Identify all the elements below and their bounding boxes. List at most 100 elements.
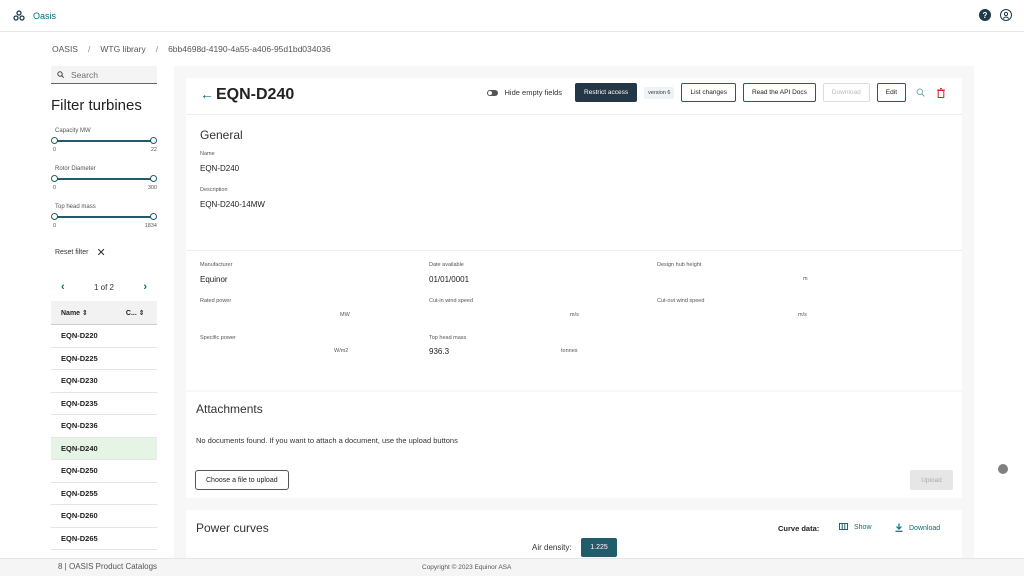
- general-card: ← EQN-D240 Hide empty fields Restrict ac…: [186, 78, 962, 390]
- reset-filter-button[interactable]: Reset filter ✕: [51, 246, 157, 259]
- download-button: Download: [822, 83, 870, 102]
- slider-max-handle[interactable]: [150, 137, 157, 144]
- rated-power-label: Rated power: [200, 298, 232, 304]
- breadcrumb-current: 6bb4698d-4190-4a55-a406-95d1bd034036: [168, 44, 331, 54]
- specific-power-unit: W/m2: [334, 348, 349, 354]
- slider-max-handle[interactable]: [150, 213, 157, 220]
- attachments-title: Attachments: [196, 402, 263, 416]
- slider-min-handle[interactable]: [51, 137, 58, 144]
- name-value: EQN-D240: [200, 164, 240, 173]
- download-label: Download: [909, 525, 941, 532]
- slider-min-value: 0: [53, 185, 57, 191]
- specific-power-label: Specific power: [200, 335, 236, 341]
- list-item[interactable]: EQN-D236: [51, 415, 157, 438]
- search-input[interactable]: Search: [51, 66, 157, 84]
- hide-empty-toggle[interactable]: [486, 89, 498, 96]
- breadcrumb-oasis[interactable]: OASIS: [52, 44, 78, 54]
- column-header-name[interactable]: Name ⇕: [61, 309, 88, 317]
- date-available-value: 01/01/0001: [429, 275, 470, 284]
- power-curves-title: Power curves: [196, 521, 269, 535]
- app-title[interactable]: Oasis: [33, 11, 56, 21]
- filter-title: Filter turbines: [51, 97, 142, 114]
- air-density-label: Air density:: [532, 543, 572, 552]
- slider-max-value: 1834: [144, 223, 157, 229]
- list-item[interactable]: EQN-D235: [51, 393, 157, 415]
- breadcrumb-separator: /: [155, 44, 159, 54]
- divider: [186, 250, 962, 251]
- choose-file-button[interactable]: Choose a file to upload: [195, 470, 289, 490]
- column-header-capacity[interactable]: C... ⇕: [126, 309, 145, 317]
- previous-page-icon[interactable]: ‹: [61, 281, 65, 293]
- slider-track[interactable]: [54, 140, 154, 142]
- top-head-mass-slider[interactable]: Top head mass 0 1834: [51, 204, 157, 229]
- search-placeholder: Search: [71, 69, 98, 80]
- design-hub-height-label: Design hub height: [657, 262, 702, 268]
- footer-catalog-label: 8 | OASIS Product Catalogs: [58, 562, 158, 571]
- rated-power-unit: MW: [340, 312, 350, 318]
- oasis-logo-icon[interactable]: [13, 9, 25, 22]
- description-label: Description: [200, 187, 228, 193]
- slider-label: Capacity MW: [55, 128, 91, 134]
- slider-label: Rotor Diameter: [55, 166, 96, 172]
- list-item[interactable]: EQN-D225: [51, 348, 157, 370]
- manufacturer-value: Equinor: [200, 275, 228, 284]
- air-density-input[interactable]: 1.225: [581, 538, 617, 557]
- curve-data-label: Curve data:: [778, 524, 820, 533]
- list-item[interactable]: EQN-D230: [51, 370, 157, 393]
- list-item[interactable]: EQN-D260: [51, 505, 157, 528]
- upload-button: Upload: [910, 470, 953, 490]
- description-value: EQN-D240-14MW: [200, 200, 265, 209]
- slider-min-handle[interactable]: [51, 175, 58, 182]
- cut-in-unit: m/s: [570, 312, 579, 318]
- download-curve-button[interactable]: Download: [895, 523, 940, 534]
- top-head-mass-label: Top head mass: [429, 335, 467, 341]
- list-item[interactable]: EQN-D250: [51, 460, 157, 483]
- zoom-icon[interactable]: [913, 86, 927, 100]
- list-item[interactable]: EQN-D220: [51, 325, 157, 348]
- breadcrumb-wtg-library[interactable]: WTG library: [100, 44, 145, 54]
- capacity-slider[interactable]: Capacity MW 0 22: [51, 128, 157, 153]
- scroll-handle[interactable]: [998, 464, 1008, 474]
- detail-header: ← EQN-D240 Hide empty fields Restrict ac…: [186, 78, 962, 114]
- reset-filter-label: Reset filter: [55, 249, 89, 256]
- api-docs-button[interactable]: Read the API Docs: [742, 83, 816, 102]
- slider-min-handle[interactable]: [51, 213, 58, 220]
- list-item[interactable]: EQN-D240: [51, 437, 157, 460]
- pager: ‹ 1 of 2 ›: [51, 281, 157, 293]
- cut-out-unit: m/s: [798, 312, 807, 318]
- date-available-label: Date available: [429, 262, 464, 268]
- help-icon[interactable]: ?: [979, 9, 991, 21]
- slider-max-value: 22: [150, 147, 157, 153]
- slider-track[interactable]: [54, 178, 154, 180]
- rotor-diameter-slider[interactable]: Rotor Diameter 0 300: [51, 166, 157, 191]
- show-curve-button[interactable]: Show: [839, 523, 872, 532]
- name-label: Name: [200, 151, 215, 157]
- turbine-list: EQN-D220 EQN-D225 EQN-D230 EQN-D235 EQN-D236…: [51, 325, 157, 550]
- search-icon: [57, 71, 64, 78]
- edit-button[interactable]: Edit: [876, 83, 906, 102]
- slider-track[interactable]: [54, 216, 154, 218]
- slider-max-handle[interactable]: [150, 175, 157, 182]
- close-icon: ✕: [96, 247, 106, 259]
- breadcrumb-separator: /: [87, 44, 91, 54]
- list-item[interactable]: EQN-D255: [51, 483, 157, 505]
- detail-toolbar: Hide empty fields Restrict access versio…: [486, 83, 948, 102]
- list-header: Name ⇕ C... ⇕: [51, 301, 157, 325]
- detail-title: EQN-D240: [216, 86, 295, 103]
- account-icon[interactable]: [1000, 9, 1012, 21]
- attachments-card: Attachments No documents found. If you w…: [186, 392, 962, 498]
- copyright-text: Copyright © 2023 Equinor ASA: [422, 564, 512, 571]
- divider: [186, 114, 962, 115]
- power-curves-card: Power curves Curve data: Show Download A…: [186, 510, 962, 558]
- sidebar: Search Filter turbines Capacity MW 0 22 …: [51, 66, 157, 550]
- delete-icon[interactable]: [934, 86, 948, 100]
- back-arrow-icon[interactable]: ←: [200, 86, 214, 102]
- breadcrumb: OASIS / WTG library / 6bb4698d-4190-4a55…: [52, 44, 331, 54]
- top-head-mass-value: 936.3: [429, 347, 450, 356]
- restrict-access-button[interactable]: Restrict access: [575, 83, 638, 102]
- list-item[interactable]: EQN-D265: [51, 528, 157, 550]
- list-changes-button[interactable]: List changes: [681, 83, 736, 102]
- next-page-icon[interactable]: ›: [143, 281, 147, 293]
- general-section-title: General: [200, 128, 243, 142]
- top-head-mass-unit: tonnes: [561, 348, 578, 354]
